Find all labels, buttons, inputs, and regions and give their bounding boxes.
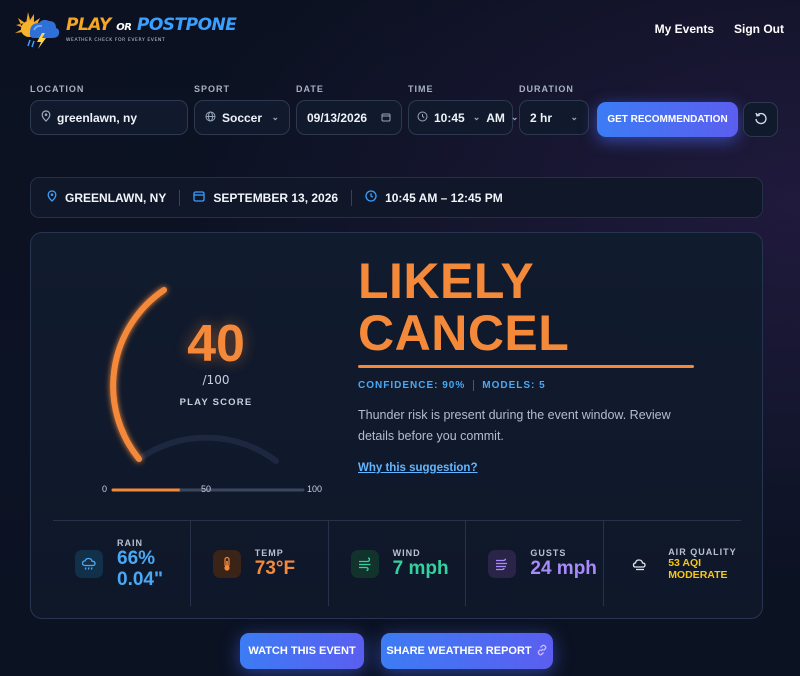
air-icon <box>626 550 654 578</box>
map-pin-icon <box>47 190 57 205</box>
play-score-max: /100 <box>202 373 230 387</box>
temp-value: 73°F <box>254 558 296 579</box>
divider <box>473 380 475 391</box>
link-icon <box>536 644 548 659</box>
stat-rain: RAIN 66% 0.04" <box>53 521 191 606</box>
why-suggestion-link[interactable]: Why this suggestion? <box>358 462 477 474</box>
aqi-level: MODERATE <box>668 568 728 581</box>
clock-icon <box>417 111 428 125</box>
time-field: TIME 10:45 ⌄ AM ⌄ <box>408 84 518 135</box>
stat-gusts: GUSTS 24 mph <box>466 521 605 606</box>
map-pin-icon <box>41 110 51 125</box>
chevron-down-icon: ⌄ <box>472 112 481 122</box>
rain-percent: 66% <box>117 547 156 569</box>
aqi-value: 53 AQI <box>668 556 702 569</box>
divider <box>179 189 181 206</box>
wind-value: 7 mph <box>392 558 449 579</box>
play-score-label: PLAY SCORE <box>179 397 253 408</box>
verdict-description: Thunder risk is present during the event… <box>358 408 671 443</box>
calendar-icon[interactable] <box>381 112 391 124</box>
get-recommendation-button[interactable]: GET RECOMMENDATION <box>597 102 738 137</box>
location-input[interactable]: greenlawn, ny <box>30 100 188 135</box>
location-field: LOCATION greenlawn, ny <box>30 84 188 135</box>
clock-icon <box>365 190 377 205</box>
divider <box>351 189 353 206</box>
rain-cloud-icon <box>75 549 103 578</box>
confidence-value: CONFIDENCE: 90% <box>358 380 466 391</box>
score-display: 40 /100 PLAY SCORE <box>171 317 261 408</box>
duration-field: DURATION 2 hr ⌄ <box>519 84 589 135</box>
summary-time: 10:45 AM – 12:45 PM <box>385 190 503 205</box>
watch-event-button[interactable]: WATCH THIS EVENT <box>240 633 364 669</box>
models-count: MODELS: 5 <box>482 380 546 391</box>
scale-tick-max: 100 <box>307 484 323 494</box>
summary-location: GREENLAWN, NY <box>65 190 167 205</box>
sun-storm-logo-icon <box>12 8 64 50</box>
reset-button[interactable] <box>743 102 778 137</box>
refresh-icon <box>754 112 768 129</box>
wind-icon <box>350 549 379 578</box>
nav-sign-out[interactable]: Sign Out <box>734 22 784 36</box>
nav-my-events[interactable]: My Events <box>655 22 714 36</box>
share-weather-report-button[interactable]: SHARE WEATHER REPORT <box>381 633 553 669</box>
verdict-heading: LIKELY CANCEL <box>358 253 570 361</box>
logo[interactable]: PLAY OR POSTPONE WEATHER CHECK FOR EVERY… <box>12 8 237 50</box>
confidence-row: CONFIDENCE: 90% MODELS: 5 <box>358 380 546 391</box>
gusts-value: 24 mph <box>530 558 597 579</box>
scale-tick-mid: 50 <box>201 484 212 494</box>
summary-date: SEPTEMBER 13, 2026 <box>213 190 339 205</box>
weather-stats: RAIN 66% 0.04" TEMP 73°F WIND 7 mph GUST… <box>53 520 741 606</box>
stat-air-quality: AIR QUALITY 53 AQI MODERATE <box>604 521 741 606</box>
event-form: LOCATION greenlawn, ny SPORT Soccer ⌄ DA… <box>30 84 778 140</box>
gust-icon <box>488 549 517 578</box>
time-input[interactable]: 10:45 ⌄ AM ⌄ <box>408 100 518 135</box>
gauge-track <box>136 434 279 464</box>
calendar-icon <box>193 190 205 205</box>
sport-select[interactable]: Soccer ⌄ <box>194 100 290 135</box>
chevron-down-icon: ⌄ <box>510 112 519 122</box>
date-field: DATE 09/13/2026 <box>296 84 402 135</box>
stat-temp: TEMP 73°F <box>191 521 329 606</box>
globe-icon <box>205 111 216 125</box>
sport-field: SPORT Soccer ⌄ <box>194 84 290 135</box>
verdict-underline <box>358 365 694 368</box>
logo-tagline: WEATHER CHECK FOR EVERY EVENT <box>66 37 166 43</box>
logo-title: PLAY OR POSTPONE <box>66 14 237 35</box>
gauge-fill <box>110 287 167 462</box>
event-summary-bar: GREENLAWN, NY SEPTEMBER 13, 2026 10:45 A… <box>30 177 763 218</box>
stat-wind: WIND 7 mph <box>329 521 467 606</box>
play-score-value: 40 <box>187 315 245 373</box>
chevron-down-icon: ⌄ <box>271 112 279 122</box>
chevron-down-icon: ⌄ <box>570 112 578 122</box>
rain-amount: 0.04" <box>117 568 163 590</box>
duration-select[interactable]: 2 hr ⌄ <box>519 100 589 135</box>
recommendation-card: 40 /100 PLAY SCORE 0 50 100 LIKELY CANCE… <box>30 232 763 619</box>
thermometer-icon <box>212 549 241 578</box>
top-nav: My Events Sign Out <box>655 22 784 36</box>
scale-tick-min: 0 <box>102 484 108 494</box>
date-input[interactable]: 09/13/2026 <box>296 100 402 135</box>
